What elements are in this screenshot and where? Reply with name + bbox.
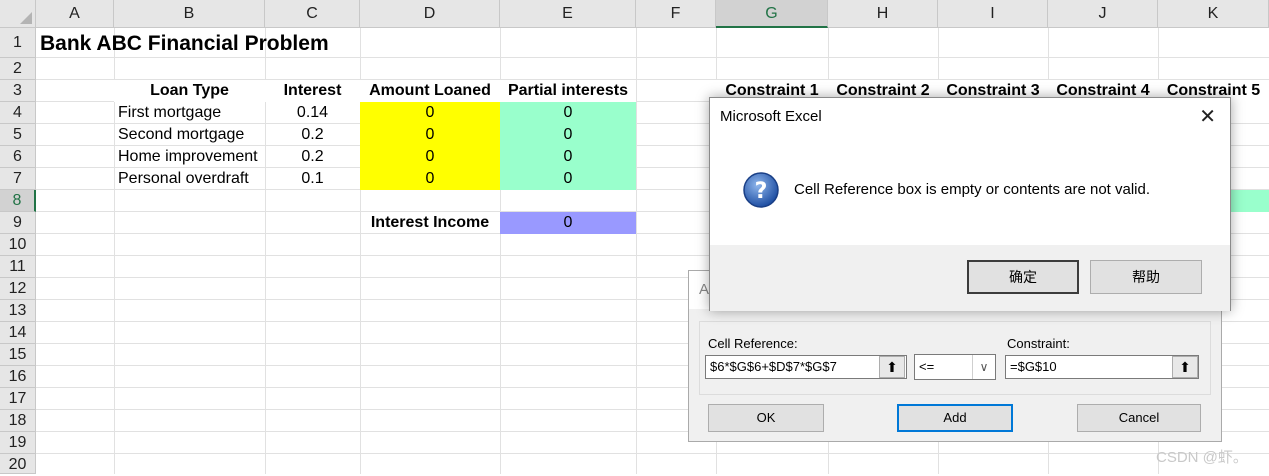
error-message-box[interactable]: Microsoft Excel ✕ ? Cell Reference box i… [709,97,1231,311]
row-header-1[interactable]: 1 [0,28,36,58]
column-header-a[interactable]: A [36,0,114,28]
row-header-2[interactable]: 2 [0,58,36,80]
header-interest[interactable]: Interest [265,80,360,102]
close-icon[interactable]: ✕ [1199,104,1216,129]
partial-interest-cell[interactable]: 0 [500,168,636,190]
partial-interest-cell[interactable]: 0 [500,124,636,146]
row-header-5[interactable]: 5 [0,124,36,146]
row-header-4[interactable]: 4 [0,102,36,124]
add-button[interactable]: Add [897,404,1013,432]
header-loan-type[interactable]: Loan Type [114,80,265,102]
column-header-i[interactable]: I [938,0,1048,28]
interest-cell[interactable]: 0.1 [265,168,360,190]
row-header-7[interactable]: 7 [0,168,36,190]
row-header-15[interactable]: 15 [0,344,36,366]
amount-loaned-cell[interactable]: 0 [360,146,500,168]
interest-cell[interactable]: 0.2 [265,124,360,146]
message-text: Cell Reference box is empty or contents … [794,181,1151,198]
gridline [36,453,1269,454]
row-header-11[interactable]: 11 [0,256,36,278]
partial-interest-cell[interactable]: 0 [500,102,636,124]
select-all-corner[interactable] [0,0,36,28]
row-header-9[interactable]: 9 [0,212,36,234]
amount-loaned-cell[interactable]: 0 [360,102,500,124]
column-header-j[interactable]: J [1048,0,1158,28]
collapse-dialog-icon[interactable]: ⬆ [1172,356,1198,378]
loan-type-cell[interactable]: Personal overdraft [118,168,264,190]
row-header-3[interactable]: 3 [0,80,36,102]
interest-income-label[interactable]: Interest Income [360,212,500,234]
row-header-10[interactable]: 10 [0,234,36,256]
dialog-title: A [699,281,710,298]
help-button[interactable]: 帮助 [1090,260,1202,294]
amount-loaned-cell[interactable]: 0 [360,168,500,190]
message-box-title: Microsoft Excel [720,108,822,125]
gridline [636,28,637,474]
column-header-d[interactable]: D [360,0,500,28]
collapse-dialog-icon[interactable]: ⬆ [879,356,905,378]
operator-value: <= [919,359,935,374]
row-header-14[interactable]: 14 [0,322,36,344]
sheet-title[interactable]: Bank ABC Financial Problem [40,29,440,59]
row-header-20[interactable]: 20 [0,454,36,474]
interest-income-cell[interactable]: 0 [500,212,636,234]
loan-type-cell[interactable]: Second mortgage [118,124,264,146]
question-icon: ? [743,172,779,208]
header-amount-loaned[interactable]: Amount Loaned [360,80,500,102]
partial-interest-cell[interactable]: 0 [500,146,636,168]
loan-type-cell[interactable]: First mortgage [118,102,264,124]
ok-button[interactable]: OK [708,404,824,432]
amount-loaned-cell[interactable]: 0 [360,124,500,146]
constraint-row-cell[interactable] [1231,190,1269,212]
constraint-label: Constraint: [1007,336,1070,351]
column-header-e[interactable]: E [500,0,636,28]
row-header-16[interactable]: 16 [0,366,36,388]
message-box-footer: 确定 帮助 [710,245,1230,311]
cell-reference-input[interactable]: $6*$G$6+$D$7*$G$7 [705,355,907,379]
loan-type-cell[interactable]: Home improvement [118,146,264,168]
column-header-h[interactable]: H [828,0,938,28]
operator-select[interactable]: <= ∨ [914,354,996,380]
constraint-input[interactable]: =$G$10 [1005,355,1199,379]
cancel-button[interactable]: Cancel [1077,404,1201,432]
column-header-k[interactable]: K [1158,0,1269,28]
svg-text:?: ? [755,179,768,204]
header-partial-interests[interactable]: Partial interests [500,80,636,102]
row-header-12[interactable]: 12 [0,278,36,300]
column-header-b[interactable]: B [114,0,265,28]
column-header-f[interactable]: F [636,0,716,28]
chevron-down-icon[interactable]: ∨ [972,355,995,379]
row-header-8[interactable]: 8 [0,190,36,212]
row-header-17[interactable]: 17 [0,388,36,410]
interest-cell[interactable]: 0.14 [265,102,360,124]
cell-reference-label: Cell Reference: [708,336,798,351]
column-header-g[interactable]: G [716,0,828,28]
column-header-c[interactable]: C [265,0,360,28]
row-header-19[interactable]: 19 [0,432,36,454]
watermark: CSDN @虾。 [1156,449,1248,466]
row-header-18[interactable]: 18 [0,410,36,432]
confirm-button[interactable]: 确定 [967,260,1079,294]
row-header-6[interactable]: 6 [0,146,36,168]
row-header-13[interactable]: 13 [0,300,36,322]
interest-cell[interactable]: 0.2 [265,146,360,168]
